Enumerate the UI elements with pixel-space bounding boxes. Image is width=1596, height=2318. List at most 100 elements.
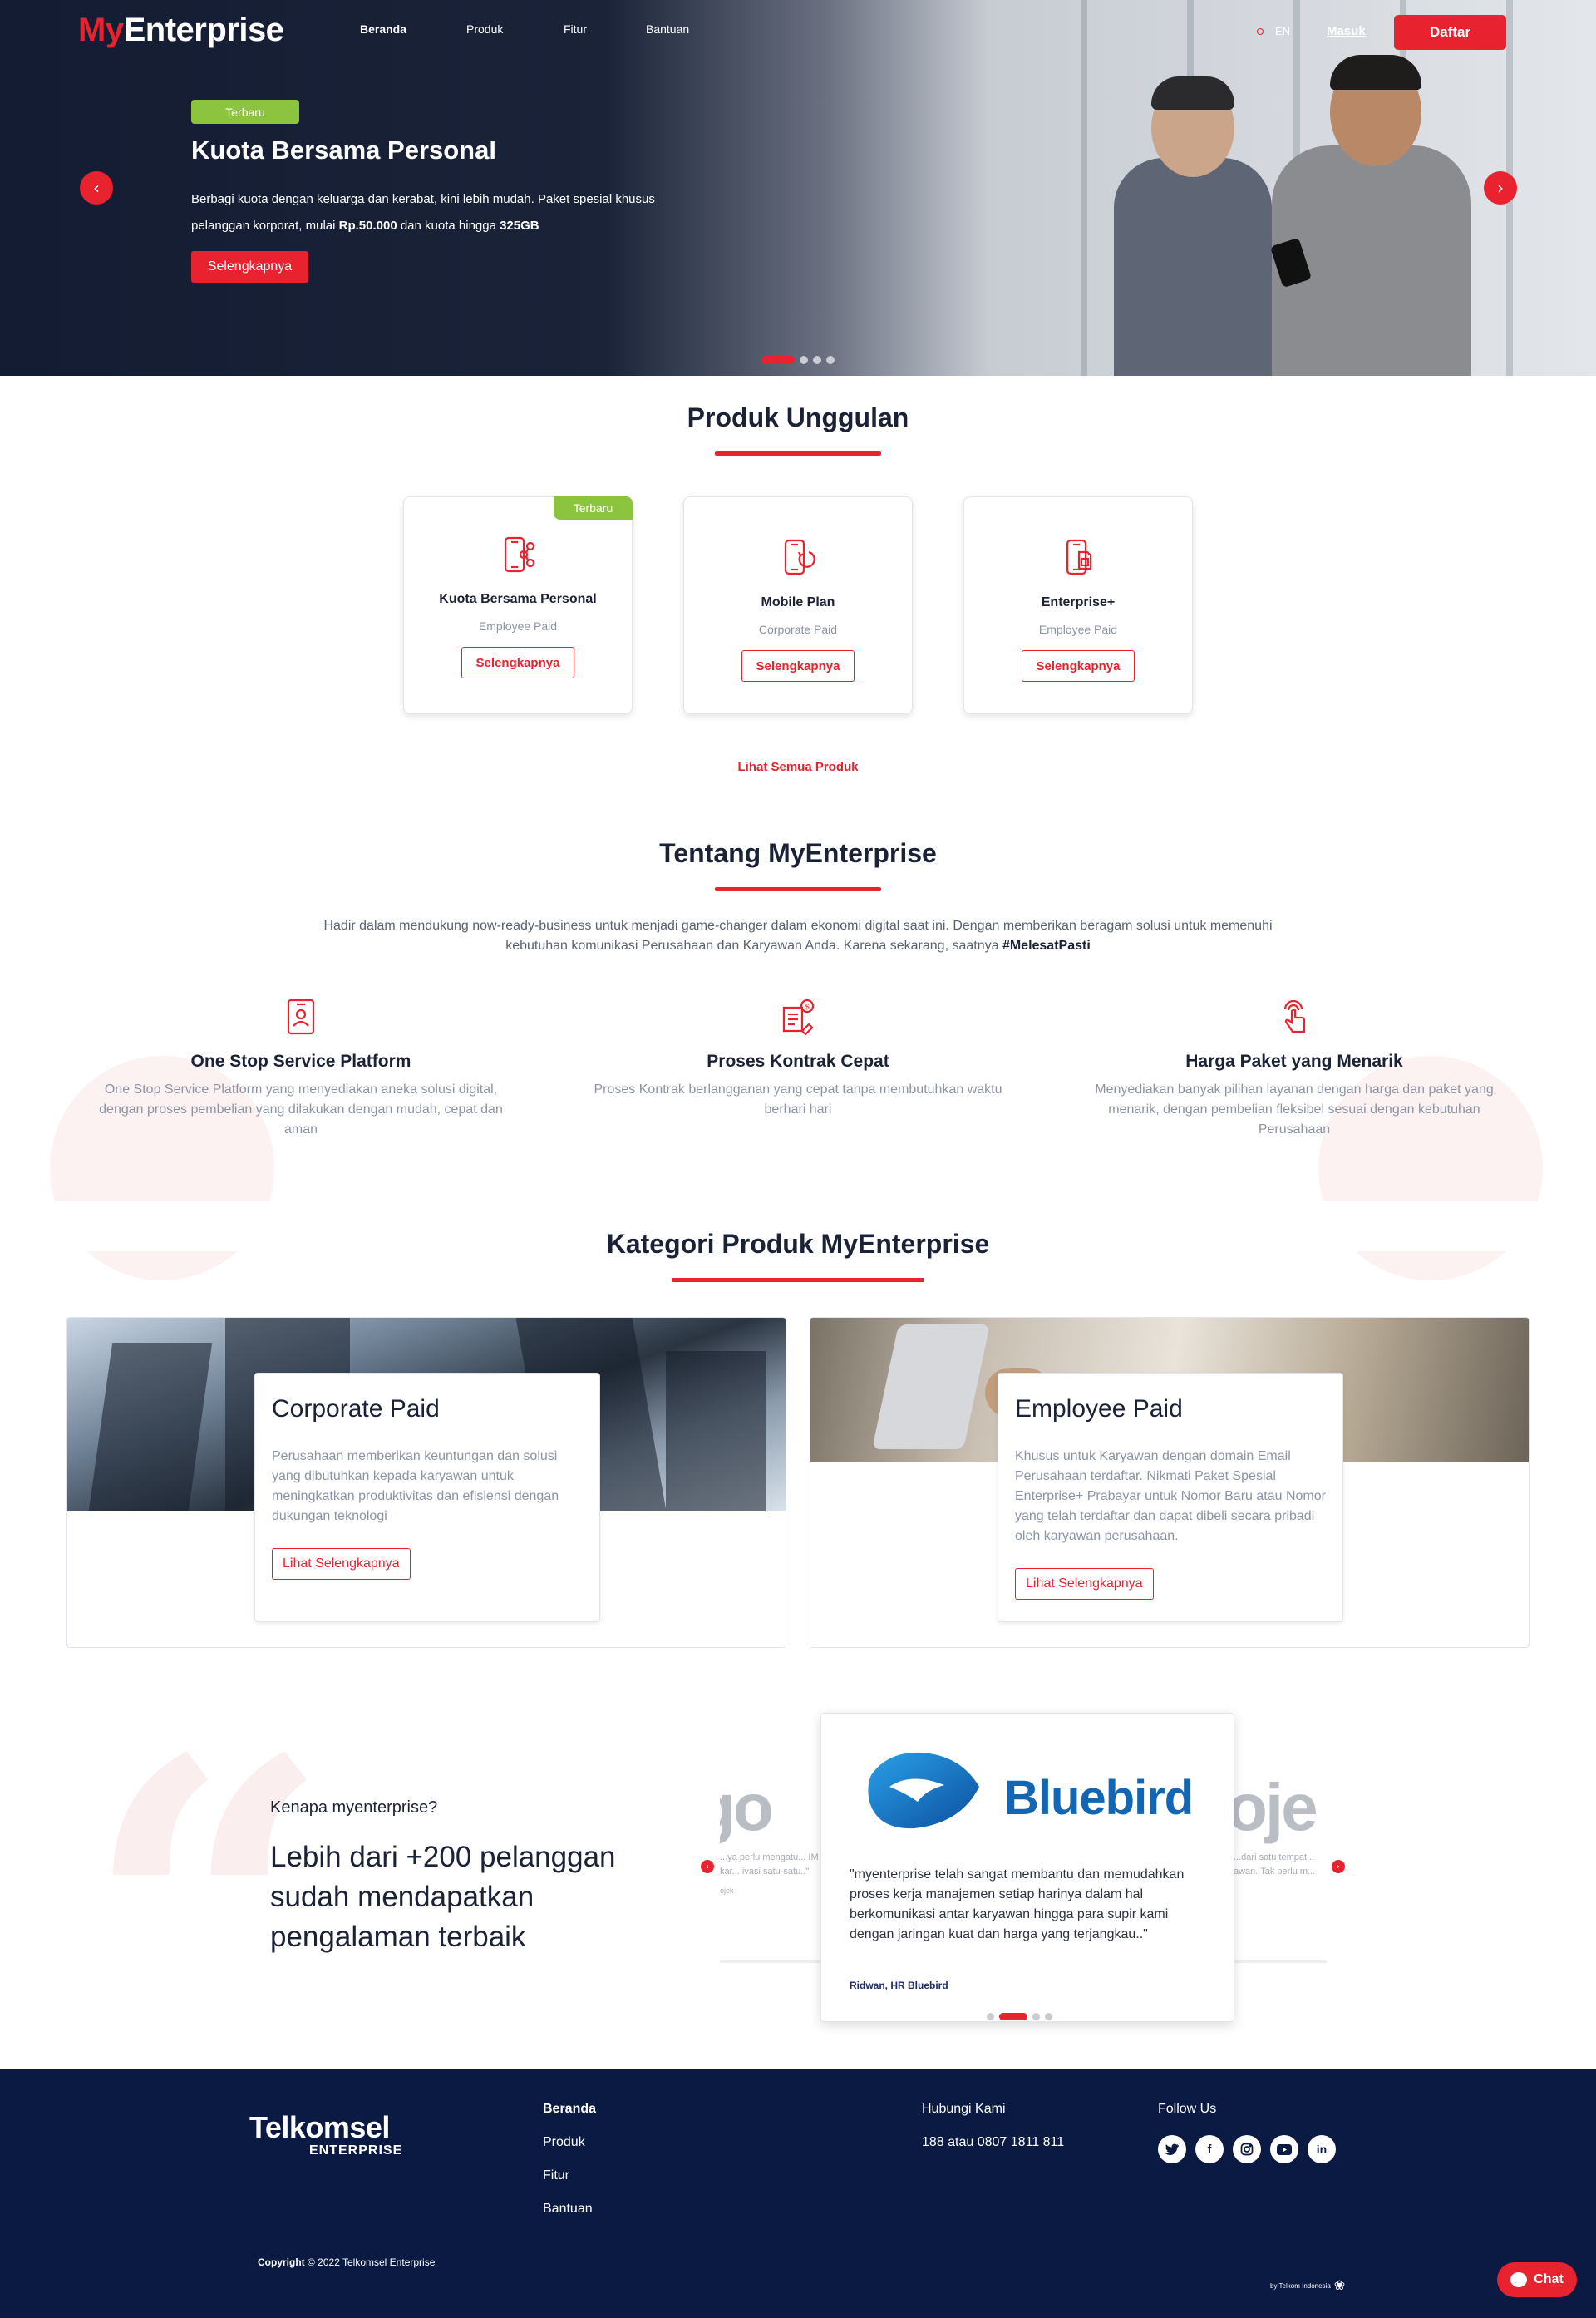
linkedin-glyph: in xyxy=(1316,2143,1328,2156)
category-card-employee[interactable]: Employee Paid Khusus untuk Karyawan deng… xyxy=(810,1317,1530,1648)
product-type: Employee Paid xyxy=(478,619,558,633)
product-type: Employee Paid xyxy=(1038,623,1118,636)
linkedin-icon[interactable]: in xyxy=(1308,2135,1336,2163)
instagram-icon[interactable] xyxy=(1233,2135,1261,2163)
language-flag-icon xyxy=(1257,27,1264,35)
feature-description: Proses Kontrak berlangganan yang cepat t… xyxy=(594,1083,1002,1117)
footer-link-produk[interactable]: Produk xyxy=(543,2135,585,2150)
carousel-dot[interactable] xyxy=(826,356,835,364)
feature-item: Harga Paket yang Menarik Menyediakan ban… xyxy=(1086,998,1502,1140)
category-title: Employee Paid xyxy=(1015,1395,1183,1423)
register-button[interactable]: Daftar xyxy=(1394,15,1506,50)
testimonial-card-next[interactable]: oje ...dari satu tempat... awan. Tak per… xyxy=(1234,1769,1327,1962)
see-all-products-link[interactable]: Lihat Semua Produk xyxy=(0,760,1596,774)
category-content-box: Corporate Paid Perusahaan memberikan keu… xyxy=(254,1373,600,1622)
category-title: Corporate Paid xyxy=(272,1395,440,1423)
building-shape xyxy=(88,1343,213,1511)
category-more-button[interactable]: Lihat Selengkapnya xyxy=(1015,1568,1154,1600)
phone-share-icon xyxy=(504,536,535,573)
carousel-dot[interactable] xyxy=(813,356,821,364)
why-kicker: Kenapa myenterprise? xyxy=(270,1798,438,1817)
site-footer: Telkomsel ENTERPRISE Beranda Produk Fitu… xyxy=(0,2069,1596,2318)
hero-next-button[interactable]: › xyxy=(1484,171,1517,205)
language-label: EN xyxy=(1275,25,1291,37)
footer-link-bantuan[interactable]: Bantuan xyxy=(543,2202,593,2217)
hero-new-badge: Terbaru xyxy=(191,100,299,124)
about-description: Hadir dalam mendukung now-ready-business… xyxy=(299,916,1297,956)
testimonial-quote: "myenterprise telah sangat membantu dan … xyxy=(850,1867,1185,1941)
carousel-dot[interactable] xyxy=(1032,2013,1040,2020)
categories-title: Kategori Produk MyEnterprise xyxy=(606,1229,990,1259)
hero-more-button[interactable]: Selengkapnya xyxy=(191,251,308,283)
chevron-left-icon: ‹ xyxy=(706,1862,709,1872)
carousel-dot[interactable] xyxy=(800,356,808,364)
hero-title: Kuota Bersama Personal xyxy=(191,136,496,165)
youtube-icon[interactable] xyxy=(1270,2135,1298,2163)
title-underline xyxy=(672,1278,924,1282)
product-more-button[interactable]: Selengkapnya xyxy=(1022,650,1135,682)
category-description: Khusus untuk Karyawan dengan domain Emai… xyxy=(1015,1449,1326,1543)
product-more-button[interactable]: Selengkapnya xyxy=(741,650,855,682)
feature-title: Proses Kontrak Cepat xyxy=(707,1052,889,1071)
feature-description: One Stop Service Platform yang menyediak… xyxy=(99,1083,503,1137)
footer-link-fitur[interactable]: Fitur xyxy=(543,2168,569,2183)
facebook-icon[interactable]: f xyxy=(1195,2135,1224,2163)
testimonial-snippet: ...dari satu tempat... awan. Tak perlu m… xyxy=(1234,1852,1316,1877)
nav-produk[interactable]: Produk xyxy=(466,22,503,36)
testimonial-card-active[interactable]: Bluebird "myenterprise telah sangat memb… xyxy=(820,1713,1234,2022)
carousel-dot[interactable] xyxy=(999,2013,1027,2020)
testimonial-prev-button[interactable]: ‹ xyxy=(701,1860,714,1873)
hand-touch-icon xyxy=(1283,999,1306,1033)
contact-title: Hubungi Kami xyxy=(922,2102,1006,2116)
product-name: Mobile Plan xyxy=(761,595,835,609)
hero-desc-text: dan kuota hingga xyxy=(397,219,500,233)
featured-title: Produk Unggulan xyxy=(687,402,909,432)
about-desc-text: Hadir dalam mendukung now-ready-business… xyxy=(323,919,1273,953)
nav-beranda[interactable]: Beranda xyxy=(360,22,406,36)
hero-description: Berbagi kuota dengan keluarga dan keraba… xyxy=(191,186,707,239)
product-card[interactable]: Mobile Plan Corporate Paid Selengkapnya xyxy=(683,496,913,714)
title-underline xyxy=(715,887,881,891)
partner-logo: oje xyxy=(1234,1770,1318,1844)
product-card[interactable]: Enterprise+ Employee Paid Selengkapnya xyxy=(963,496,1193,714)
title-underline xyxy=(715,451,881,456)
category-content-box: Employee Paid Khusus untuk Karyawan deng… xyxy=(998,1373,1343,1622)
nav-fitur[interactable]: Fitur xyxy=(564,22,587,36)
feature-title: One Stop Service Platform xyxy=(190,1052,411,1071)
telkomsel-enterprise-logo[interactable]: Telkomsel ENTERPRISE xyxy=(249,2110,401,2158)
copyright-rest: © 2022 Telkomsel Enterprise xyxy=(304,2256,436,2268)
hero-carousel-dots xyxy=(761,356,835,364)
copyright-text: Copyright © 2022 Telkomsel Enterprise xyxy=(258,2256,435,2268)
category-description: Perusahaan memberikan keuntungan dan sol… xyxy=(272,1449,559,1523)
product-more-button[interactable]: Selengkapnya xyxy=(461,647,574,678)
carousel-dot[interactable] xyxy=(761,356,795,364)
product-card[interactable]: Terbaru Kuota Bersama Personal Employee … xyxy=(403,496,633,714)
hero-banner: MyEnterprise Beranda Produk Fitur Bantua… xyxy=(0,0,1596,376)
phone-sim-icon xyxy=(1066,539,1092,575)
top-navigation: MyEnterprise Beranda Produk Fitur Bantua… xyxy=(0,0,1596,58)
chat-button[interactable]: Chat xyxy=(1497,2262,1577,2297)
login-link[interactable]: Masuk xyxy=(1327,24,1366,38)
why-headline: Lebih dari +200 pelanggan sudah mendapat… xyxy=(270,1841,616,1953)
follow-title: Follow Us xyxy=(1158,2102,1217,2116)
testimonial-next-button[interactable]: › xyxy=(1332,1860,1345,1873)
hero-photo-person xyxy=(1114,158,1272,376)
contact-phone[interactable]: 188 atau 0807 1811 811 xyxy=(922,2135,1064,2150)
logo-enterprise: Enterprise xyxy=(123,12,284,48)
testimonial-carousel-dots xyxy=(987,2013,1052,2020)
hero-prev-button[interactable]: ‹ xyxy=(80,171,113,205)
hero-desc-price: Rp.50.000 xyxy=(338,219,397,233)
hero-photo-person-hair xyxy=(1151,76,1234,110)
category-more-button[interactable]: Lihat Selengkapnya xyxy=(272,1548,411,1580)
myenterprise-logo[interactable]: MyEnterprise xyxy=(78,12,284,49)
product-name: Enterprise+ xyxy=(1041,595,1116,609)
category-card-corporate[interactable]: Corporate Paid Perusahaan memberikan keu… xyxy=(66,1317,786,1648)
logo-my: My xyxy=(78,12,124,48)
language-switch[interactable]: EN xyxy=(1257,25,1290,37)
twitter-icon[interactable] xyxy=(1158,2135,1186,2163)
carousel-dot[interactable] xyxy=(987,2013,994,2020)
footer-link-beranda[interactable]: Beranda xyxy=(543,2102,596,2117)
nav-bantuan[interactable]: Bantuan xyxy=(646,22,689,36)
carousel-dot[interactable] xyxy=(1045,2013,1052,2020)
phone-refresh-icon xyxy=(784,539,815,575)
